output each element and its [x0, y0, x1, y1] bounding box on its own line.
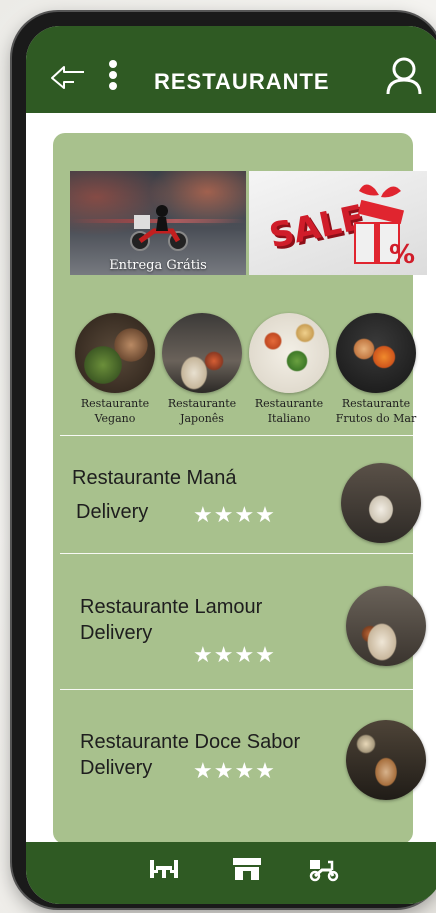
kebab-menu-icon[interactable]	[108, 60, 118, 96]
gift-box-icon: %	[354, 184, 415, 269]
restaurant-table-icon[interactable]	[148, 856, 180, 882]
divider	[60, 689, 436, 690]
phone-frame: RESTAURANTE Entrega Grátis SALE % Restau…	[12, 12, 436, 908]
restaurant-mana-photo	[341, 463, 421, 543]
restaurant-name: Restaurante Lamour	[80, 596, 263, 618]
store-icon[interactable]	[231, 856, 263, 882]
vegan-restaurant-photo	[75, 313, 155, 393]
restaurant-name: Restaurante Maná	[72, 467, 237, 489]
restaurant-delivery-label: Delivery	[80, 622, 153, 644]
category-seafood[interactable]: Restaurante Frutos do Mar	[335, 313, 417, 426]
restaurant-delivery-label: Delivery	[80, 757, 153, 779]
restaurant-delivery-label: Delivery	[76, 501, 149, 523]
bottom-navigation	[26, 842, 436, 904]
category-italian[interactable]: Restaurante Italiano	[248, 313, 330, 426]
user-icon[interactable]	[385, 56, 423, 96]
page-title: RESTAURANTE	[154, 69, 330, 94]
motorcycle-courier-icon	[130, 205, 188, 251]
category-label: Restaurante Frutos do Mar	[335, 397, 417, 425]
svg-text:%: %	[389, 240, 415, 269]
category-japanese[interactable]: Restaurante Japonês	[161, 313, 243, 426]
seafood-restaurant-photo	[336, 313, 416, 393]
japanese-restaurant-photo	[162, 313, 242, 393]
divider	[60, 435, 436, 436]
restaurant-doce-sabor-photo	[346, 720, 426, 800]
app-screen: RESTAURANTE Entrega Grátis SALE % Restau…	[26, 26, 436, 904]
free-delivery-banner[interactable]: Entrega Grátis	[70, 171, 246, 275]
restaurant-lamour-photo	[346, 586, 426, 666]
restaurant-name: Restaurante Doce Sabor	[80, 731, 301, 753]
delivery-scooter-icon[interactable]	[308, 856, 340, 882]
content-panel: Entrega Grátis SALE % RestauranteVegano	[53, 133, 436, 844]
category-label: Restaurante Japonês	[167, 397, 237, 425]
category-label: Restaurante Italiano	[254, 397, 324, 425]
italian-restaurant-photo	[249, 313, 329, 393]
rating-stars: ★★★★	[193, 502, 276, 527]
top-bar: RESTAURANTE	[26, 26, 436, 113]
back-arrow-icon[interactable]	[50, 66, 86, 90]
category-label: Restaurante Vegano	[80, 397, 150, 425]
rating-stars: ★★★★	[193, 642, 276, 667]
sale-banner[interactable]: SALE %	[249, 171, 427, 275]
free-delivery-label: Entrega Grátis	[109, 258, 207, 273]
divider	[60, 553, 436, 554]
category-vegan[interactable]: Restaurante Vegano	[74, 313, 156, 426]
rating-stars: ★★★★	[193, 758, 276, 783]
